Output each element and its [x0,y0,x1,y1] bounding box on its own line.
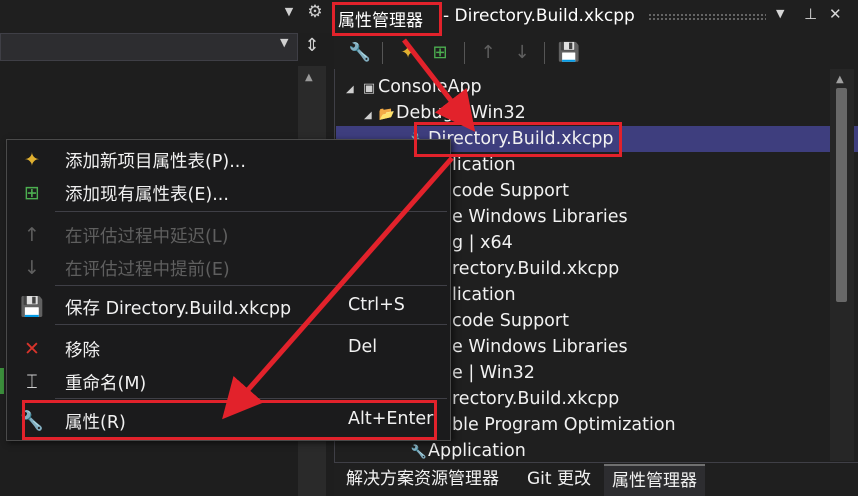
menu-item-label: 移除 [65,341,100,361]
add-new-sheet-icon: ✦ [24,149,40,171]
save-item[interactable]: 💾 保存 Directory.Build.xkcpp Ctrl+S [14,291,452,323]
wrench-icon[interactable]: 🔧 [348,40,372,66]
tree-item-label: e Windows Libraries [452,207,628,227]
menu-item-label: 保存 Directory.Build.xkcpp [65,299,292,319]
tree-item-label: lication [452,285,516,305]
menu-item-label: 重命名(M) [65,374,147,394]
scroll-up-icon[interactable]: ▲ [836,74,844,85]
annotation-box-file [414,122,622,157]
tree-item-label: code Support [452,311,569,331]
save-icon[interactable]: 💾 [557,40,581,66]
gear-icon[interactable]: ⚙ [304,2,326,24]
tree-item-label: Debug | Win32 [396,103,526,123]
editor-dropdown-arrow-icon[interactable]: ▼ [279,5,299,25]
menu-separator [55,285,447,286]
menu-item-shortcut: Del [348,337,378,357]
rename-item[interactable]: ⌶ 重命名(M) [14,366,452,398]
tree-item-label: code Support [452,181,569,201]
annotation-box-properties [22,400,437,440]
menu-separator [55,211,447,212]
close-icon[interactable]: ✕ [829,5,842,23]
menu-item-label: 在评估过程中提前(E) [65,260,230,280]
tab-git-changes[interactable]: Git 更改 [519,464,599,494]
menu-item-label: 添加新项目属性表(P)... [65,152,246,172]
add-existing-property-sheet-icon[interactable]: ⊞ [428,40,452,66]
pin-icon[interactable]: ⊥ [804,5,817,23]
arrow-up-icon: ↑ [24,224,40,246]
add-existing-property-sheet-item[interactable]: ⊞ 添加现有属性表(E)... [14,177,452,209]
tree-node-icon: ▣ [362,81,376,96]
annotation-box-title [332,2,442,36]
split-window-icon[interactable]: ⇕ [300,35,324,61]
advance-evaluation-item[interactable]: ↓ 在评估过程中提前(E) [14,252,452,284]
tree-item[interactable]: ◢ ▣ ConsoleApp [336,74,482,100]
toolbar-separator [544,42,545,64]
add-existing-sheet-icon: ⊞ [24,182,40,204]
tree-node-icon: 📂 [378,107,396,122]
move-down-icon[interactable]: ↓ [510,40,534,66]
menu-separator [55,398,447,399]
delete-x-icon: ✕ [24,338,40,360]
rename-icon: ⌶ [26,371,38,393]
defer-evaluation-item[interactable]: ↑ 在评估过程中延迟(L) [14,219,452,251]
tab-property-manager[interactable]: 属性管理器 [604,464,705,496]
tree-item-label: e | Win32 [452,363,535,383]
context-menu: ✦ 添加新项目属性表(P)... ⊞ 添加现有属性表(E)... ↑ 在评估过程中延迟(L… [6,139,451,441]
tree-item[interactable]: 🔧Application [336,438,526,464]
window-position-dropdown-icon[interactable]: ▼ [776,7,784,20]
move-up-icon[interactable]: ↑ [476,40,500,66]
save-icon: 💾 [20,296,44,318]
remove-item[interactable]: ✕ 移除 Del [14,333,452,365]
tree-item-label: rectory.Build.xkcpp [452,259,620,279]
add-new-property-sheet-item[interactable]: ✦ 添加新项目属性表(P)... [14,144,452,176]
scroll-up-icon[interactable]: ▲ [305,72,313,83]
menu-item-label: 添加现有属性表(E)... [65,185,229,205]
toolbar-separator [382,42,383,64]
tree-item-label: lication [452,155,516,175]
menu-separator [55,324,447,325]
chevron-down-icon[interactable]: ▼ [280,36,296,56]
toolbar-separator [464,42,465,64]
change-marker [0,368,4,394]
menu-item-shortcut: Ctrl+S [348,295,405,315]
tree-item-label: g | x64 [452,233,513,253]
titlebar-grip[interactable] [648,13,766,21]
tree-item-label: ble Program Optimization [452,415,676,435]
menu-item-label: 在评估过程中延迟(L) [65,227,229,247]
property-manager-title-file: - Directory.Build.xkcpp [443,6,635,26]
scrollbar-thumb[interactable] [836,88,847,302]
tree-item-label: Application [428,441,526,461]
tree-item-label: ConsoleApp [378,77,482,97]
add-new-property-sheet-icon[interactable]: ✦ [396,40,420,66]
tab-solution-explorer[interactable]: 解决方案资源管理器 [338,464,507,494]
tree-item-label: rectory.Build.xkcpp [452,389,620,409]
navigation-dropdown[interactable] [0,33,298,61]
tree-item-label: e Windows Libraries [452,337,628,357]
arrow-down-icon: ↓ [24,257,40,279]
